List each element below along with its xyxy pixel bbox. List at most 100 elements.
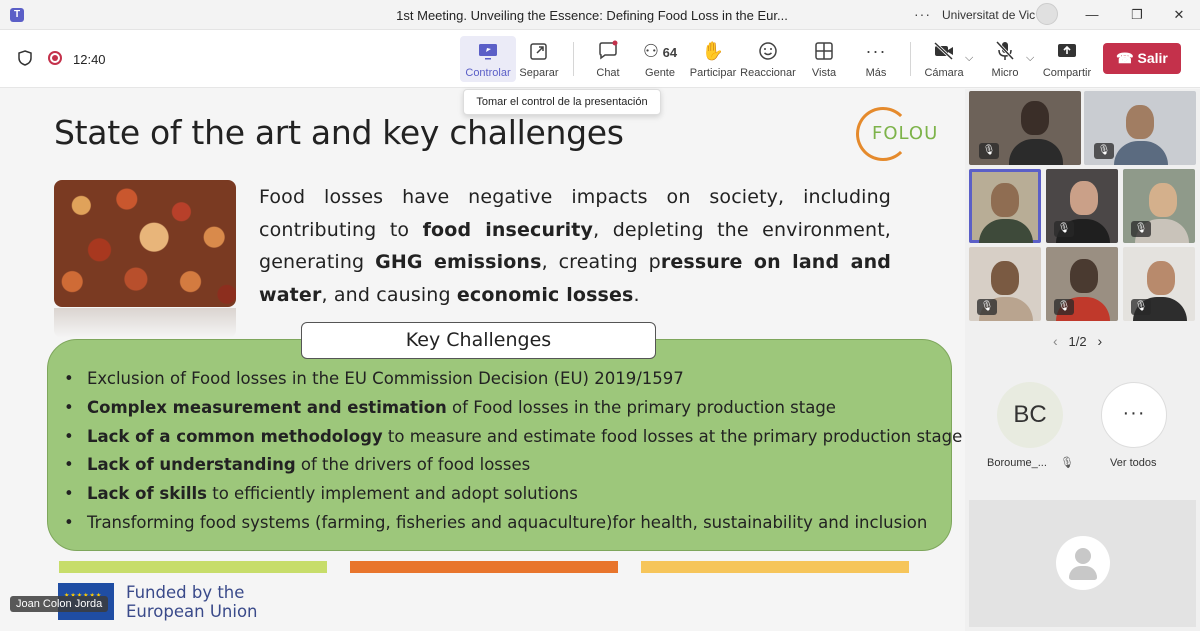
mic-off-icon bbox=[995, 40, 1015, 61]
pop-out-button[interactable]: Separar bbox=[511, 36, 567, 82]
control-button-label: Controlar bbox=[465, 67, 511, 79]
challenge-text: to measure and estimate food losses at t… bbox=[382, 426, 963, 446]
photo-reflection bbox=[54, 308, 236, 338]
funding-statement: Funded by the European Union bbox=[126, 583, 258, 621]
mic-muted-icon: 🎙 bbox=[979, 143, 999, 159]
challenge-text: of Food losses in the primary production… bbox=[446, 397, 836, 417]
more-icon: ··· bbox=[865, 41, 887, 61]
participant-head bbox=[991, 261, 1019, 295]
bullet: • bbox=[64, 426, 74, 446]
intro-text-4: , and causing bbox=[321, 283, 457, 306]
see-all-button[interactable]: ··· bbox=[1101, 382, 1167, 448]
participant-tile[interactable]: 🎙 bbox=[969, 247, 1041, 321]
view-button[interactable]: Vista bbox=[796, 36, 852, 82]
participants-panel: 🎙 🎙 🎙 🎙 🎙 🎙 🎙 ‹ 1/2 › BC Boroume_... 🎙 ·… bbox=[965, 89, 1200, 631]
challenge-bold: Complex measurement and estimation bbox=[87, 397, 447, 417]
participant-tile[interactable]: 🎙 bbox=[1123, 169, 1195, 243]
participant-name: Boroume_... bbox=[987, 457, 1047, 469]
participant-head bbox=[1147, 261, 1175, 295]
color-bar-yellow bbox=[641, 561, 909, 573]
intro-bold-2: GHG emissions bbox=[375, 251, 542, 273]
logo-text: FOLOU bbox=[872, 123, 939, 144]
challenges-header: Key Challenges bbox=[301, 322, 656, 359]
challenge-item: • Lack of skills to efficiently implement… bbox=[64, 480, 944, 509]
bullet: • bbox=[64, 455, 74, 475]
chat-button-label: Chat bbox=[596, 67, 620, 79]
color-bar-green bbox=[59, 561, 327, 573]
control-tooltip: Tomar el control de la presentación bbox=[463, 89, 661, 115]
bullet: • bbox=[64, 484, 74, 504]
react-button[interactable]: Reaccionar bbox=[740, 36, 796, 82]
see-all-label[interactable]: Ver todos bbox=[1110, 457, 1156, 469]
participant-head bbox=[1070, 181, 1098, 215]
mic-muted-icon: 🎙 bbox=[1054, 221, 1074, 237]
raise-hand-button[interactable]: ✋ Participar bbox=[685, 36, 741, 82]
challenge-item: • Lack of understanding of the drivers of… bbox=[64, 451, 944, 480]
raise-hand-button-label: Participar bbox=[689, 67, 737, 79]
folou-logo: FOLOU bbox=[856, 107, 938, 165]
intro-bold-1: food insecurity bbox=[422, 218, 594, 241]
people-icon: ⚇ 64 bbox=[642, 41, 678, 61]
participant-tile[interactable]: 🎙 bbox=[1123, 247, 1195, 321]
challenge-item: • Exclusion of Food losses in the EU Comm… bbox=[64, 365, 944, 394]
intro-bold-4: economic losses bbox=[456, 283, 634, 306]
participant-tile-active-speaker[interactable] bbox=[969, 169, 1041, 243]
funded-line-2: European Union bbox=[126, 602, 258, 621]
participant-tile[interactable]: 🎙 bbox=[1084, 91, 1196, 165]
challenge-bold: Lack of a common methodology bbox=[87, 426, 383, 446]
next-page-chevron-icon[interactable]: › bbox=[1097, 333, 1102, 349]
slide-title: State of the art and key challenges bbox=[54, 113, 624, 152]
challenge-bold: Lack of understanding bbox=[87, 455, 296, 475]
camera-options-chevron-icon[interactable]: ⌵ bbox=[965, 52, 973, 65]
shield-icon[interactable] bbox=[18, 50, 32, 66]
share-screen-icon bbox=[479, 44, 497, 60]
react-icon bbox=[759, 42, 777, 60]
mic-options-chevron-icon[interactable]: ⌵ bbox=[1026, 52, 1034, 65]
control-button[interactable]: Controlar bbox=[460, 36, 516, 82]
people-count: 64 bbox=[662, 45, 678, 60]
participant-tile[interactable]: 🎙 bbox=[1046, 247, 1118, 321]
react-button-label: Reaccionar bbox=[740, 67, 796, 79]
participant-head bbox=[1021, 101, 1049, 135]
challenge-item: • Transforming food systems (farming, fis… bbox=[64, 509, 944, 538]
participants-pager: ‹ 1/2 › bbox=[1053, 333, 1102, 349]
challenge-bold: Lack of skills bbox=[87, 484, 207, 504]
minimize-button[interactable]: — bbox=[1080, 5, 1104, 25]
camera-button-label: Cámara bbox=[924, 67, 964, 79]
leave-button[interactable]: ☎ Salir bbox=[1103, 43, 1181, 74]
participant-avatar-bc[interactable]: BC bbox=[997, 382, 1063, 448]
prev-page-chevron-icon[interactable]: ‹ bbox=[1053, 333, 1058, 349]
presenter-name-label: Joan Colon Jorda bbox=[10, 596, 109, 612]
mic-muted-icon: 🎙 bbox=[1131, 299, 1151, 315]
participant-tile[interactable]: 🎙 bbox=[969, 91, 1081, 165]
org-name[interactable]: Universitat de Vic bbox=[942, 8, 1035, 22]
bullet: • bbox=[64, 512, 74, 532]
challenge-item: • Complex measurement and estimation of F… bbox=[64, 394, 944, 423]
restore-button[interactable]: ❐ bbox=[1125, 5, 1149, 25]
chat-button[interactable]: Chat bbox=[580, 36, 636, 82]
meeting-timer: 12:40 bbox=[73, 52, 106, 67]
share-button-label: Compartir bbox=[1042, 67, 1092, 79]
close-button[interactable]: ✕ bbox=[1167, 5, 1191, 25]
phone-hangup-icon: ☎ bbox=[1116, 50, 1134, 66]
participant-body bbox=[1114, 141, 1168, 165]
participant-head bbox=[1070, 259, 1098, 293]
intro-text-3: , creating p bbox=[541, 251, 661, 273]
pop-out-icon bbox=[530, 43, 547, 60]
people-button[interactable]: ⚇ 64 Gente bbox=[632, 36, 688, 82]
title-more-icon[interactable]: ··· bbox=[914, 6, 931, 22]
challenge-list: • Exclusion of Food losses in the EU Comm… bbox=[64, 365, 962, 538]
recording-icon bbox=[48, 51, 62, 65]
intro-paragraph: Food losses have negative impacts on soc… bbox=[259, 181, 891, 311]
camera-button[interactable]: Cámara bbox=[916, 36, 972, 82]
mic-button[interactable]: Micro bbox=[977, 36, 1033, 82]
challenge-text: to efficiently implement and adopt solut… bbox=[207, 484, 578, 504]
participant-tile[interactable]: 🎙 bbox=[1046, 169, 1118, 243]
self-view-tile[interactable] bbox=[969, 500, 1196, 627]
share-button[interactable]: Compartir bbox=[1039, 36, 1095, 82]
shared-slide: State of the art and key challenges FOLO… bbox=[0, 89, 965, 631]
people-button-label: Gente bbox=[645, 67, 675, 79]
more-button[interactable]: ··· Más bbox=[848, 36, 904, 82]
chat-icon bbox=[599, 40, 618, 60]
profile-avatar[interactable] bbox=[1036, 3, 1058, 25]
